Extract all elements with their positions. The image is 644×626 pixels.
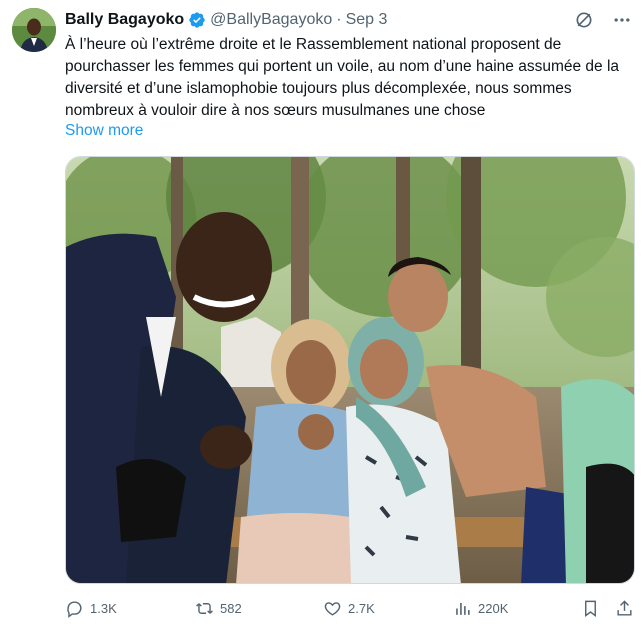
like-count: 2.7K (348, 600, 375, 616)
tweet-date[interactable]: Sep 3 (346, 11, 388, 29)
tweet-text: À l’heure où l’extrême droite et le Rass… (65, 36, 620, 119)
reply-icon (67, 600, 82, 618)
share-icon (617, 599, 632, 616)
views-button[interactable]: 220K (453, 599, 508, 618)
reply-button[interactable]: 1.3K (65, 599, 117, 618)
author-avatar[interactable] (12, 8, 56, 52)
bookmark-button[interactable] (581, 599, 600, 618)
verified-badge-icon (188, 11, 206, 29)
retweet-button[interactable]: 582 (195, 599, 242, 618)
like-button[interactable]: 2.7K (323, 599, 375, 618)
like-icon (324, 601, 341, 616)
retweet-icon (196, 602, 213, 614)
retweet-count: 582 (220, 600, 242, 616)
more-icon[interactable] (612, 10, 632, 30)
tweet-actions: 1.3K 582 2.7K 220K (65, 596, 635, 620)
grok-icon[interactable] (574, 10, 594, 30)
views-count: 220K (478, 600, 509, 616)
reply-count: 1.3K (90, 600, 117, 616)
show-more-link[interactable]: Show more (65, 122, 143, 140)
views-icon (456, 602, 470, 615)
separator: · (336, 11, 342, 28)
author-name[interactable]: Bally Bagayoko (65, 11, 184, 29)
bookmark-icon (585, 600, 596, 617)
tweet-header: Bally Bagayoko @BallyBagayoko · Sep 3 (65, 10, 632, 30)
author-handle[interactable]: @BallyBagayoko (210, 11, 332, 29)
tweet-photo[interactable] (65, 156, 635, 584)
share-button[interactable] (615, 599, 634, 618)
